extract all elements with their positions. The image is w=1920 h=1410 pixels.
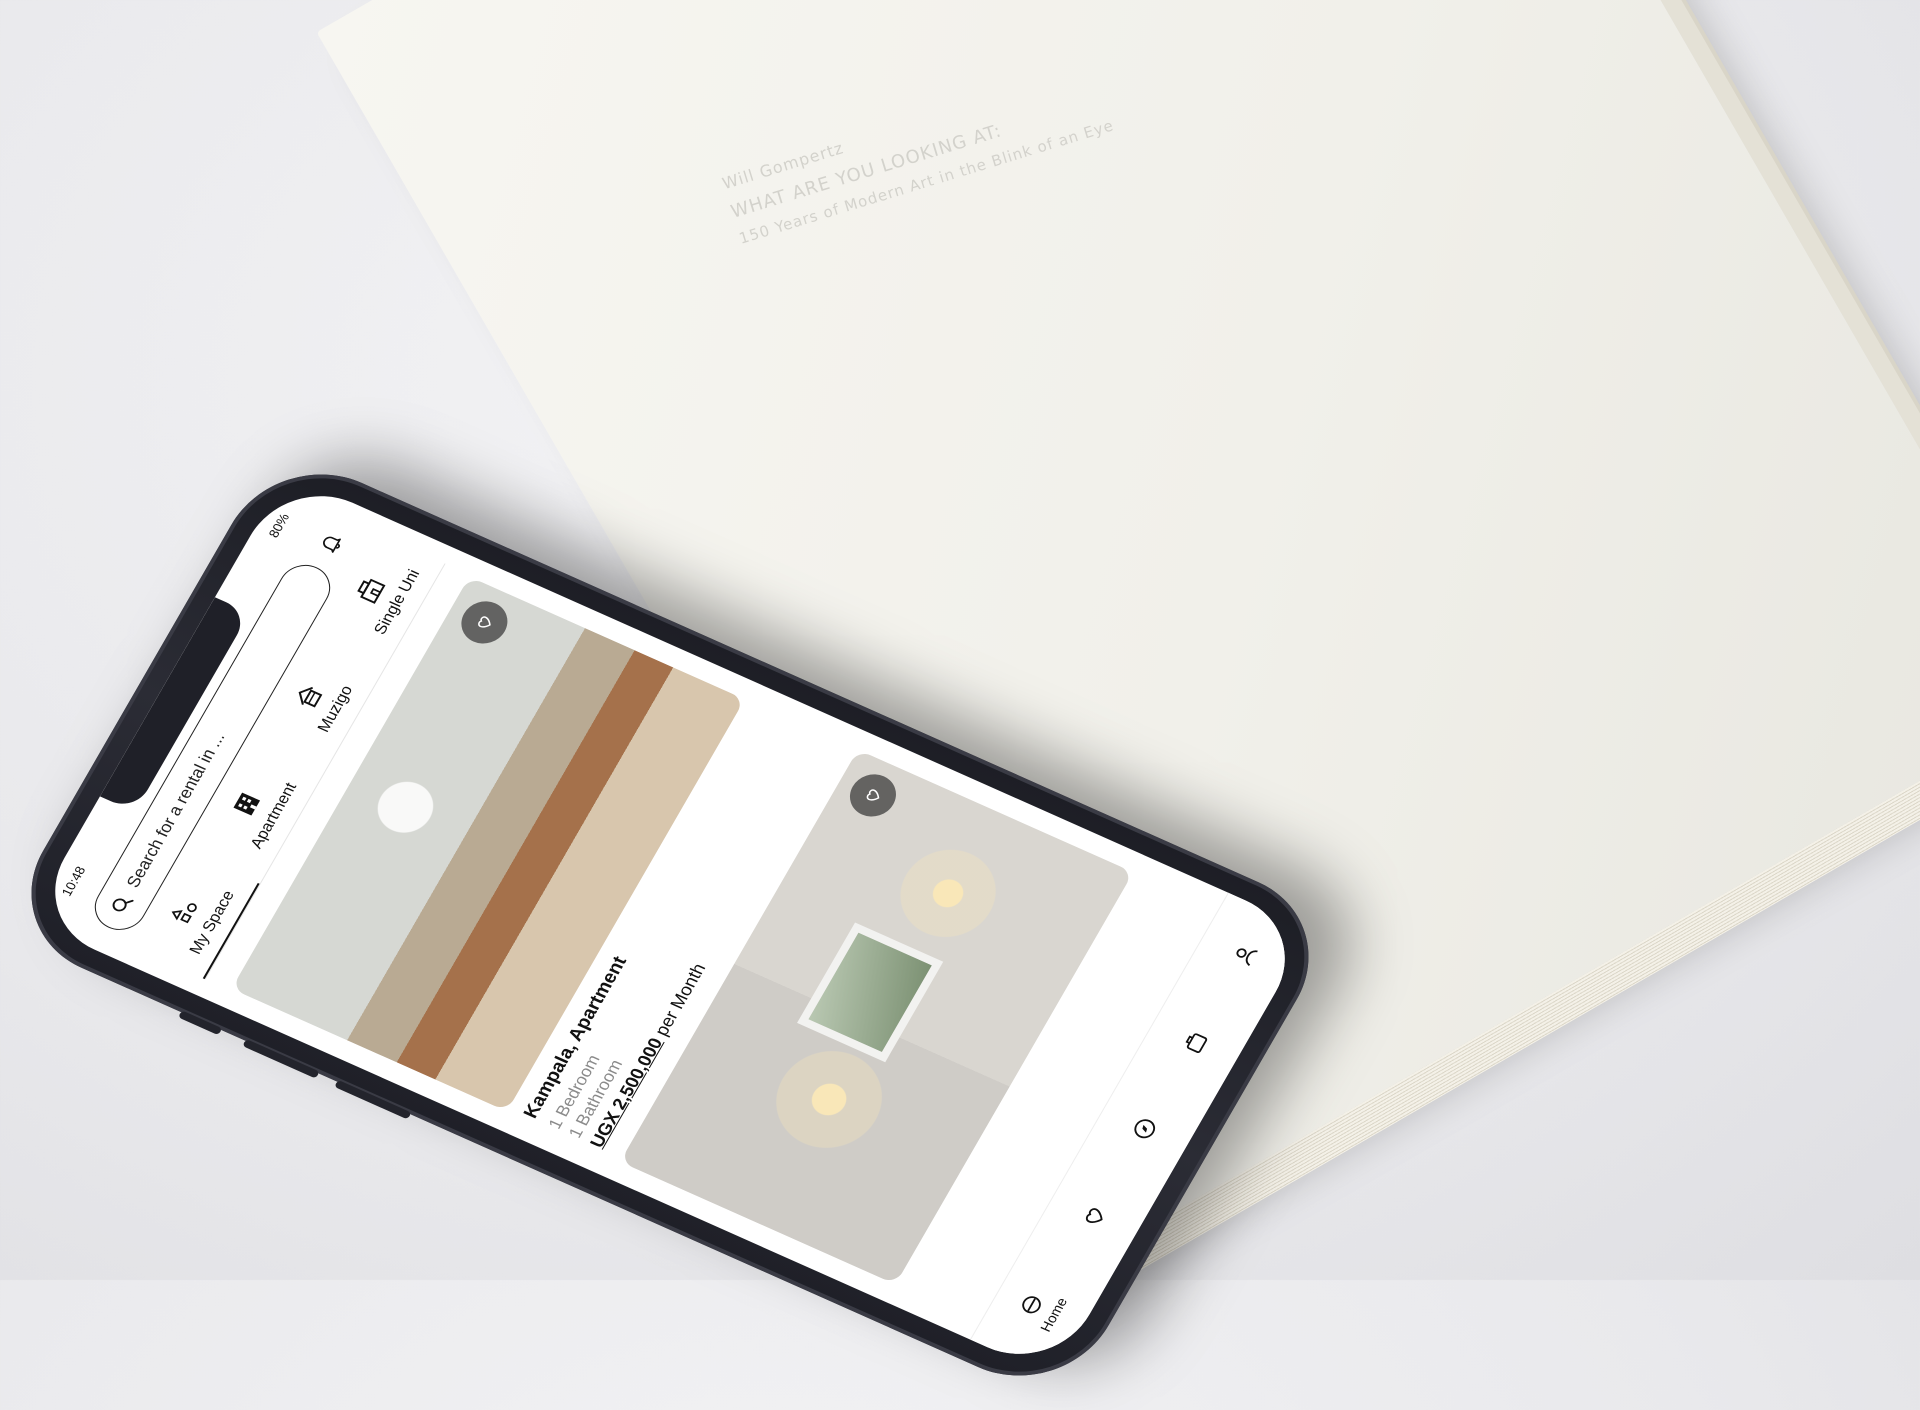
heart-icon: [1086, 1208, 1103, 1223]
house-icon: [298, 687, 323, 708]
tab-label: Apartment: [247, 780, 301, 852]
nav-favorites[interactable]: [1077, 1201, 1111, 1232]
tab-label: My Space: [186, 888, 238, 957]
nav-profile[interactable]: [1228, 940, 1262, 971]
compass-icon: [1134, 1119, 1155, 1139]
my-space-icon: [171, 903, 197, 924]
bell-icon: [323, 536, 341, 553]
tab-label: Single Uni: [371, 567, 424, 638]
favorite-button[interactable]: [453, 594, 516, 651]
room-window: [797, 922, 944, 1063]
nav-bookings[interactable]: [1178, 1027, 1212, 1058]
nav-home[interactable]: Home: [1011, 1284, 1070, 1334]
status-battery: 80%: [265, 511, 293, 540]
favorite-button[interactable]: [841, 767, 905, 824]
building-icon: [357, 578, 386, 604]
search-icon: [112, 898, 134, 912]
bag-icon: [1185, 1033, 1208, 1053]
nav-explore[interactable]: [1128, 1114, 1162, 1145]
heart-icon: [866, 789, 880, 801]
apartment-icon: [233, 792, 261, 816]
profile-icon: [1236, 948, 1258, 967]
heart-icon: [478, 616, 491, 628]
notification-button[interactable]: [310, 521, 350, 565]
status-time: 10:48: [58, 864, 89, 899]
